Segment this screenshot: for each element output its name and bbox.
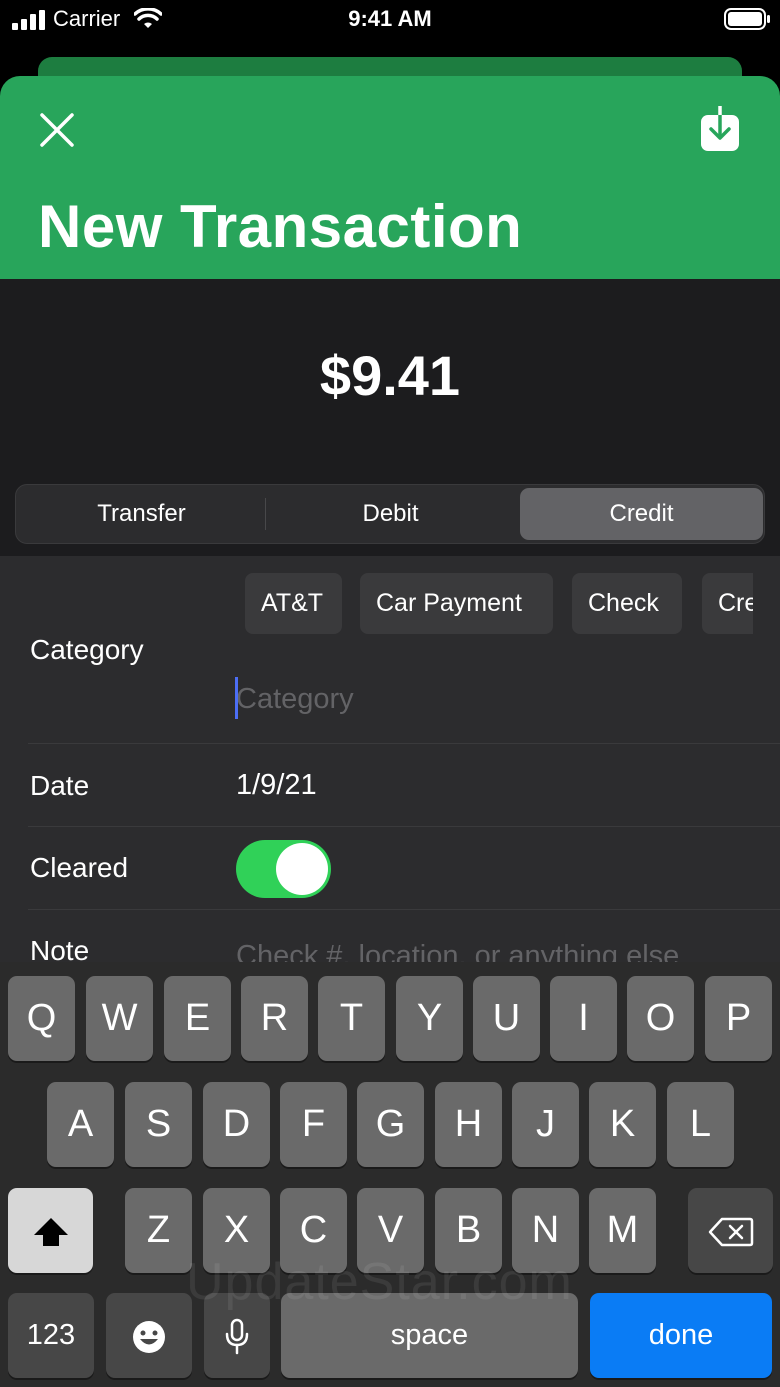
key-p[interactable]: P [705,976,772,1061]
key-g[interactable]: G [357,1082,424,1167]
key-j[interactable]: J [512,1082,579,1167]
key-m[interactable]: M [589,1188,656,1273]
segment-debit[interactable]: Debit [269,488,512,540]
category-chip[interactable]: Cre [702,573,753,634]
emoji-icon [133,1320,165,1353]
shift-icon [33,1217,68,1246]
segment-divider [265,498,266,530]
key-r[interactable]: R [241,976,308,1061]
transaction-type-selector: Transfer Debit Credit [15,484,765,544]
transaction-form: AT&T Car Payment Check Cre Category Date… [0,556,780,962]
key-z[interactable]: Z [125,1188,192,1273]
key-f[interactable]: F [280,1082,347,1167]
date-label: Date [30,770,90,801]
key-k[interactable]: K [589,1082,656,1167]
key-d[interactable]: D [203,1082,270,1167]
segment-credit[interactable]: Credit [520,488,763,540]
key-y[interactable]: Y [396,976,463,1061]
emoji-key[interactable] [106,1293,192,1378]
key-u[interactable]: U [473,976,540,1061]
category-chip[interactable]: Car Payment [360,573,553,634]
divider [28,909,780,910]
download-icon[interactable] [700,104,740,152]
category-label: Category [30,634,144,665]
cleared-label: Cleared [30,852,129,883]
category-chip[interactable]: Check [572,573,682,634]
close-icon[interactable] [34,107,80,153]
key-i[interactable]: I [550,976,617,1061]
category-chip[interactable]: AT&T [245,573,342,634]
status-time: 9:41 AM [348,6,432,31]
key-o[interactable]: O [627,976,694,1061]
key-a[interactable]: A [47,1082,114,1167]
amount-value[interactable]: $9.41 [0,343,780,408]
battery-icon [724,8,770,30]
modal-header: New Transaction [0,76,780,279]
amount-section: $9.41 Transfer Debit Credit [0,279,780,556]
page-title: New Transaction [38,193,523,260]
microphone-icon [225,1318,249,1355]
shift-key[interactable] [8,1188,93,1273]
delete-key[interactable] [688,1188,773,1273]
date-value[interactable]: 1/9/21 [236,769,317,802]
toggle-knob [276,843,328,895]
category-suggestions: AT&T Car Payment Check Cre [245,573,753,635]
key-t[interactable]: T [318,976,385,1061]
segment-transfer[interactable]: Transfer [20,488,263,540]
key-h[interactable]: H [435,1082,502,1167]
key-q[interactable]: Q [8,976,75,1061]
note-label: Note [30,935,90,962]
note-input[interactable] [236,936,776,962]
keyboard: Q W E R T Y U I O P A S D F G H J K L Z … [0,962,780,1387]
numbers-key[interactable]: 123 [8,1293,94,1378]
key-l[interactable]: L [667,1082,734,1167]
watermark: UpdateStar.com [186,1253,573,1311]
key-s[interactable]: S [125,1082,192,1167]
text-cursor [235,677,238,719]
divider [28,743,780,744]
cleared-toggle[interactable] [236,840,331,898]
category-input[interactable] [236,679,756,719]
key-w[interactable]: W [86,976,153,1061]
status-bar: Carrier 9:41 AM [0,0,780,40]
key-e[interactable]: E [164,976,231,1061]
divider [28,826,780,827]
done-key[interactable]: done [590,1293,772,1378]
delete-icon [708,1217,753,1247]
